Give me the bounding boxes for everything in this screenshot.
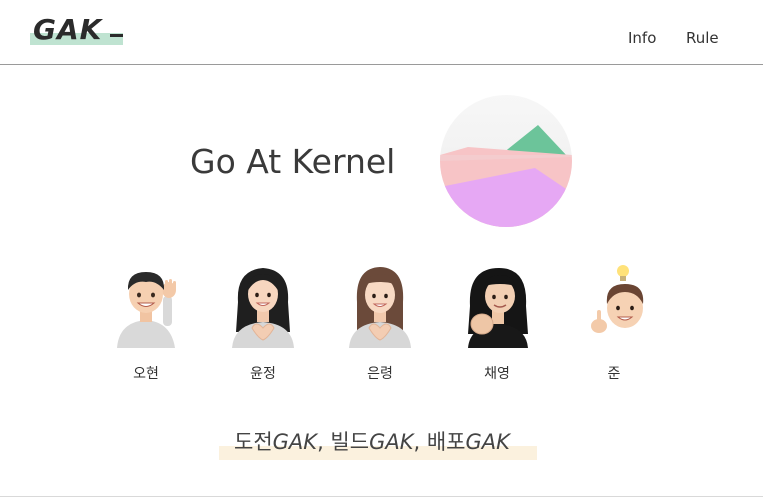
member-name: 오현 [133, 366, 159, 382]
logo[interactable]: GAK [30, 14, 124, 48]
member-name: 채영 [484, 366, 510, 382]
nav-rule-link[interactable]: Rule [686, 29, 719, 47]
bottom-divider [0, 496, 763, 497]
site-header: GAK Info Rule [0, 0, 763, 65]
member-name: 윤정 [250, 366, 276, 382]
memoji-fist-girl-icon [468, 268, 528, 348]
member-yunjeong: 윤정 [218, 262, 308, 387]
member-ohyeon: 오현 [101, 262, 191, 387]
slogan-part-build: 빌드 [330, 430, 370, 454]
slogan-part-challenge: 도전 [234, 430, 273, 454]
hero-title: Go At Kernel [190, 142, 396, 181]
slogan-gak: GAK [272, 430, 318, 454]
nav-info-link[interactable]: Info [628, 29, 656, 47]
hero-circle-graphic [440, 95, 572, 227]
slogan-separator: , [413, 430, 427, 454]
member-eunryeong: 은령 [335, 262, 425, 387]
slogan-gak: GAK [369, 430, 414, 454]
memoji-heart-hands-girl-icon [349, 267, 411, 348]
logo-text: GAK [33, 13, 103, 46]
memoji-lightbulb-boy-icon [591, 265, 644, 333]
slogan-gak: GAK [465, 430, 510, 454]
member-name: 준 [607, 366, 621, 382]
member-chaeyeong: 채영 [452, 262, 542, 387]
member-name: 은령 [367, 366, 393, 382]
slogan-separator: , [317, 430, 331, 454]
memoji-waving-boy-icon [117, 272, 176, 348]
member-jun: 준 [569, 262, 659, 387]
slogan-part-deploy: 배포 [426, 430, 466, 454]
slogan: 도전GAK, 빌드GAK, 배포GAK [234, 428, 510, 456]
logo-dash [110, 34, 123, 37]
memoji-heart-hands-girl-icon [232, 268, 294, 348]
